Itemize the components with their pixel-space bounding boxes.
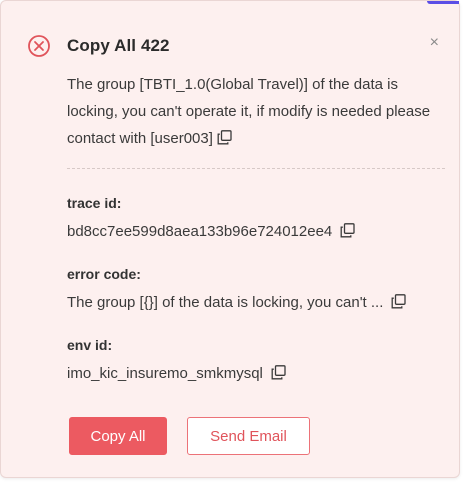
error-message: The group [TBTI_1.0(Global Travel)] of t… <box>67 71 437 152</box>
error-dialog: Copy All 422 × The group [TBTI_1.0(Globa… <box>0 0 460 478</box>
error-code-field: error code: The group [{}] of the data i… <box>67 264 447 314</box>
corner-accent <box>427 1 459 4</box>
env-id-value-row: imo_kic_insuremo_smkmysql <box>67 363 447 385</box>
env-id-value: imo_kic_insuremo_smkmysql <box>67 365 263 382</box>
error-circle-x-icon <box>27 34 51 58</box>
send-email-button[interactable]: Send Email <box>187 417 310 455</box>
copy-icon[interactable] <box>391 294 407 309</box>
dialog-title: Copy All 422 <box>67 36 170 55</box>
dialog-header: Copy All 422 × <box>27 31 439 61</box>
copy-icon[interactable] <box>340 223 355 238</box>
copy-icon[interactable] <box>217 127 232 145</box>
trace-id-value: bd8cc7ee599d8aea133b96e724012ee4 <box>67 223 333 240</box>
copy-icon[interactable] <box>271 365 286 380</box>
error-code-value-row: The group [{}] of the data is locking, y… <box>67 292 447 314</box>
error-code-value: The group [{}] of the data is locking, y… <box>67 294 384 311</box>
env-id-label: env id: <box>67 337 113 353</box>
divider <box>67 168 445 169</box>
trace-id-label: trace id: <box>67 195 122 211</box>
dialog-actions: Copy All Send Email <box>69 417 310 455</box>
trace-id-value-row: bd8cc7ee599d8aea133b96e724012ee4 <box>67 221 447 243</box>
env-id-field: env id: imo_kic_insuremo_smkmysql <box>67 335 447 385</box>
close-icon[interactable]: × <box>430 35 439 51</box>
error-message-text: The group [TBTI_1.0(Global Travel)] of t… <box>67 76 431 147</box>
copy-all-button[interactable]: Copy All <box>69 417 167 455</box>
error-code-label: error code: <box>67 266 141 282</box>
trace-id-field: trace id: bd8cc7ee599d8aea133b96e724012e… <box>67 193 447 243</box>
